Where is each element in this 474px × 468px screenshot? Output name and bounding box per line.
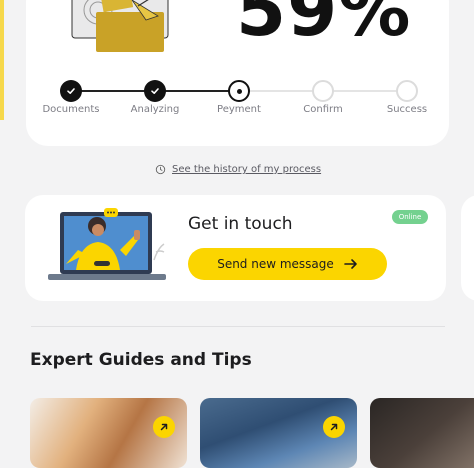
check-icon	[67, 88, 75, 94]
history-link[interactable]: See the history of my process	[172, 164, 321, 175]
left-accent-strip	[0, 0, 4, 120]
support-agent-illustration	[48, 208, 166, 280]
step-documents-dot	[60, 80, 82, 102]
progress-percentage: 59%	[236, 0, 412, 52]
step-label-success: Success	[386, 104, 428, 115]
open-guide-button[interactable]	[153, 416, 175, 438]
step-analyzing-dot	[144, 80, 166, 102]
next-card-edge	[461, 195, 474, 301]
check-icon	[151, 88, 159, 94]
step-label-payment: Peyment	[217, 104, 261, 115]
documents-illustration	[71, 0, 169, 52]
step-label-confirm: Confirm	[303, 104, 343, 115]
history-row[interactable]: See the history of my process	[155, 164, 321, 175]
open-guide-button[interactable]	[323, 416, 345, 438]
step-confirm-dot	[312, 80, 334, 102]
expert-guides-title: Expert Guides and Tips	[30, 350, 252, 370]
online-status-badge: Online	[392, 210, 428, 224]
section-divider	[31, 326, 445, 327]
arrow-right-icon	[343, 259, 357, 269]
arrow-up-right-icon	[330, 423, 338, 431]
active-step-indicator	[236, 88, 242, 94]
get-in-touch-title: Get in touch	[188, 214, 293, 234]
step-payment-dot	[228, 80, 250, 102]
arrow-up-right-icon	[160, 423, 168, 431]
step-success-dot	[396, 80, 418, 102]
history-clock-icon	[155, 164, 166, 175]
send-new-message-button[interactable]: Send new message	[188, 248, 387, 280]
step-label-analyzing: Analyzing	[130, 104, 180, 115]
step-label-documents: Documents	[42, 104, 100, 115]
send-new-message-label: Send new message	[217, 257, 334, 271]
